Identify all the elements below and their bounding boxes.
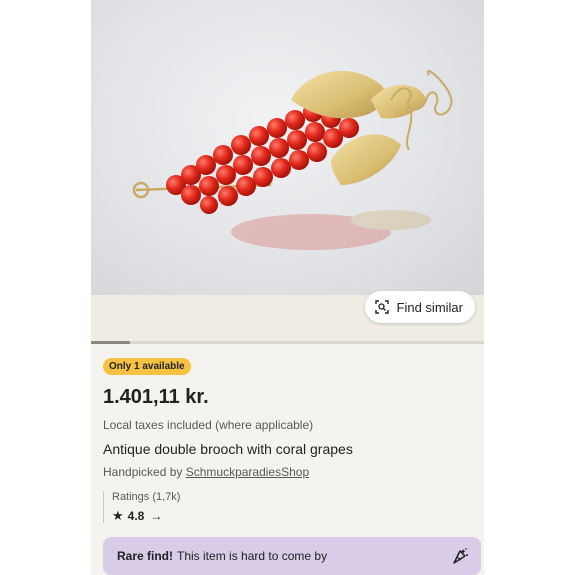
availability-badge: Only 1 available xyxy=(103,358,191,375)
ratings-row: ★ 4.8 → xyxy=(112,508,473,524)
brooch-illustration xyxy=(132,70,453,250)
listing-details: Only 1 available 1.401,11 kr. Local taxe… xyxy=(103,356,473,523)
arrow-right-icon: → xyxy=(150,509,163,523)
listing-screen: Find similar Only 1 available 1.401,11 k… xyxy=(91,0,484,575)
gallery-progress xyxy=(91,341,484,344)
rating-value: 4.8 xyxy=(127,509,145,523)
handpicked-line: Handpicked by SchmuckparadiesShop xyxy=(103,465,473,479)
brooch-reflection xyxy=(231,210,431,250)
star-icon: ★ xyxy=(112,508,124,523)
listing-title: Antique double brooch with coral grapes xyxy=(103,441,353,457)
rare-find-bold: Rare find! xyxy=(117,549,174,563)
find-similar-button[interactable]: Find similar xyxy=(364,291,475,323)
coral-beads xyxy=(166,102,359,214)
gallery-progress-fill xyxy=(91,341,131,344)
handpicked-prefix: Handpicked by xyxy=(103,465,186,479)
sparkle-icon xyxy=(453,548,468,564)
ratings-label: Ratings (1,7k) xyxy=(112,491,181,503)
shop-link[interactable]: SchmuckparadiesShop xyxy=(186,465,309,479)
find-similar-label: Find similar xyxy=(396,299,463,315)
product-image[interactable] xyxy=(91,0,484,295)
price: 1.401,11 kr. xyxy=(103,386,209,408)
tax-note: Local taxes included (where applicable) xyxy=(103,418,314,432)
rare-find-banner: Rare find! This item is hard to come by xyxy=(103,537,481,575)
ratings-summary[interactable]: Ratings (1,7k) ★ 4.8 → xyxy=(103,491,473,523)
rare-find-text: This item is hard to come by xyxy=(177,549,328,563)
visual-search-icon xyxy=(374,300,389,314)
